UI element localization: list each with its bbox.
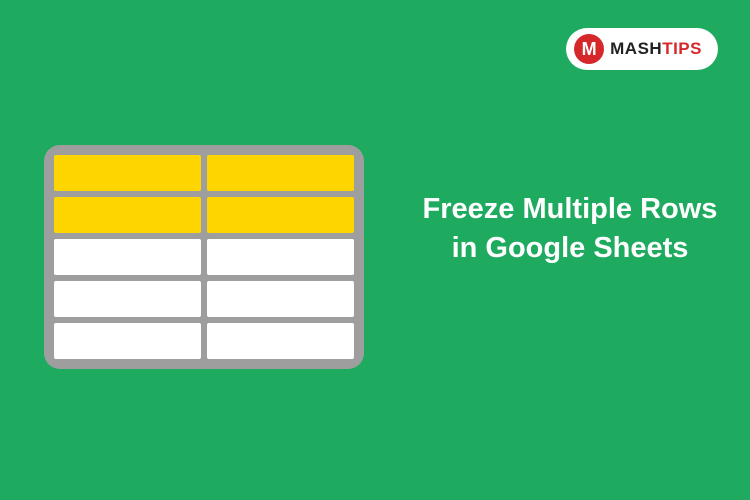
spreadsheet-illustration xyxy=(44,145,364,369)
table-row xyxy=(54,155,354,191)
cell xyxy=(54,323,201,359)
cell xyxy=(207,239,354,275)
brand-logo: M MASHTIPS xyxy=(566,28,718,70)
logo-text-accent: TIPS xyxy=(662,39,702,58)
cell xyxy=(54,239,201,275)
frozen-cell xyxy=(207,197,354,233)
table-row xyxy=(54,281,354,317)
page-title: Freeze Multiple Rows in Google Sheets xyxy=(420,190,720,268)
frozen-cell xyxy=(207,155,354,191)
frozen-cell xyxy=(54,155,201,191)
table-row xyxy=(54,239,354,275)
cell xyxy=(207,281,354,317)
logo-text: MASHTIPS xyxy=(610,39,702,59)
logo-icon-letter: M xyxy=(582,39,597,60)
cell xyxy=(54,281,201,317)
logo-icon: M xyxy=(574,34,604,64)
frozen-cell xyxy=(54,197,201,233)
cell xyxy=(207,323,354,359)
table-row xyxy=(54,197,354,233)
table-row xyxy=(54,323,354,359)
logo-text-main: MASH xyxy=(610,39,662,58)
